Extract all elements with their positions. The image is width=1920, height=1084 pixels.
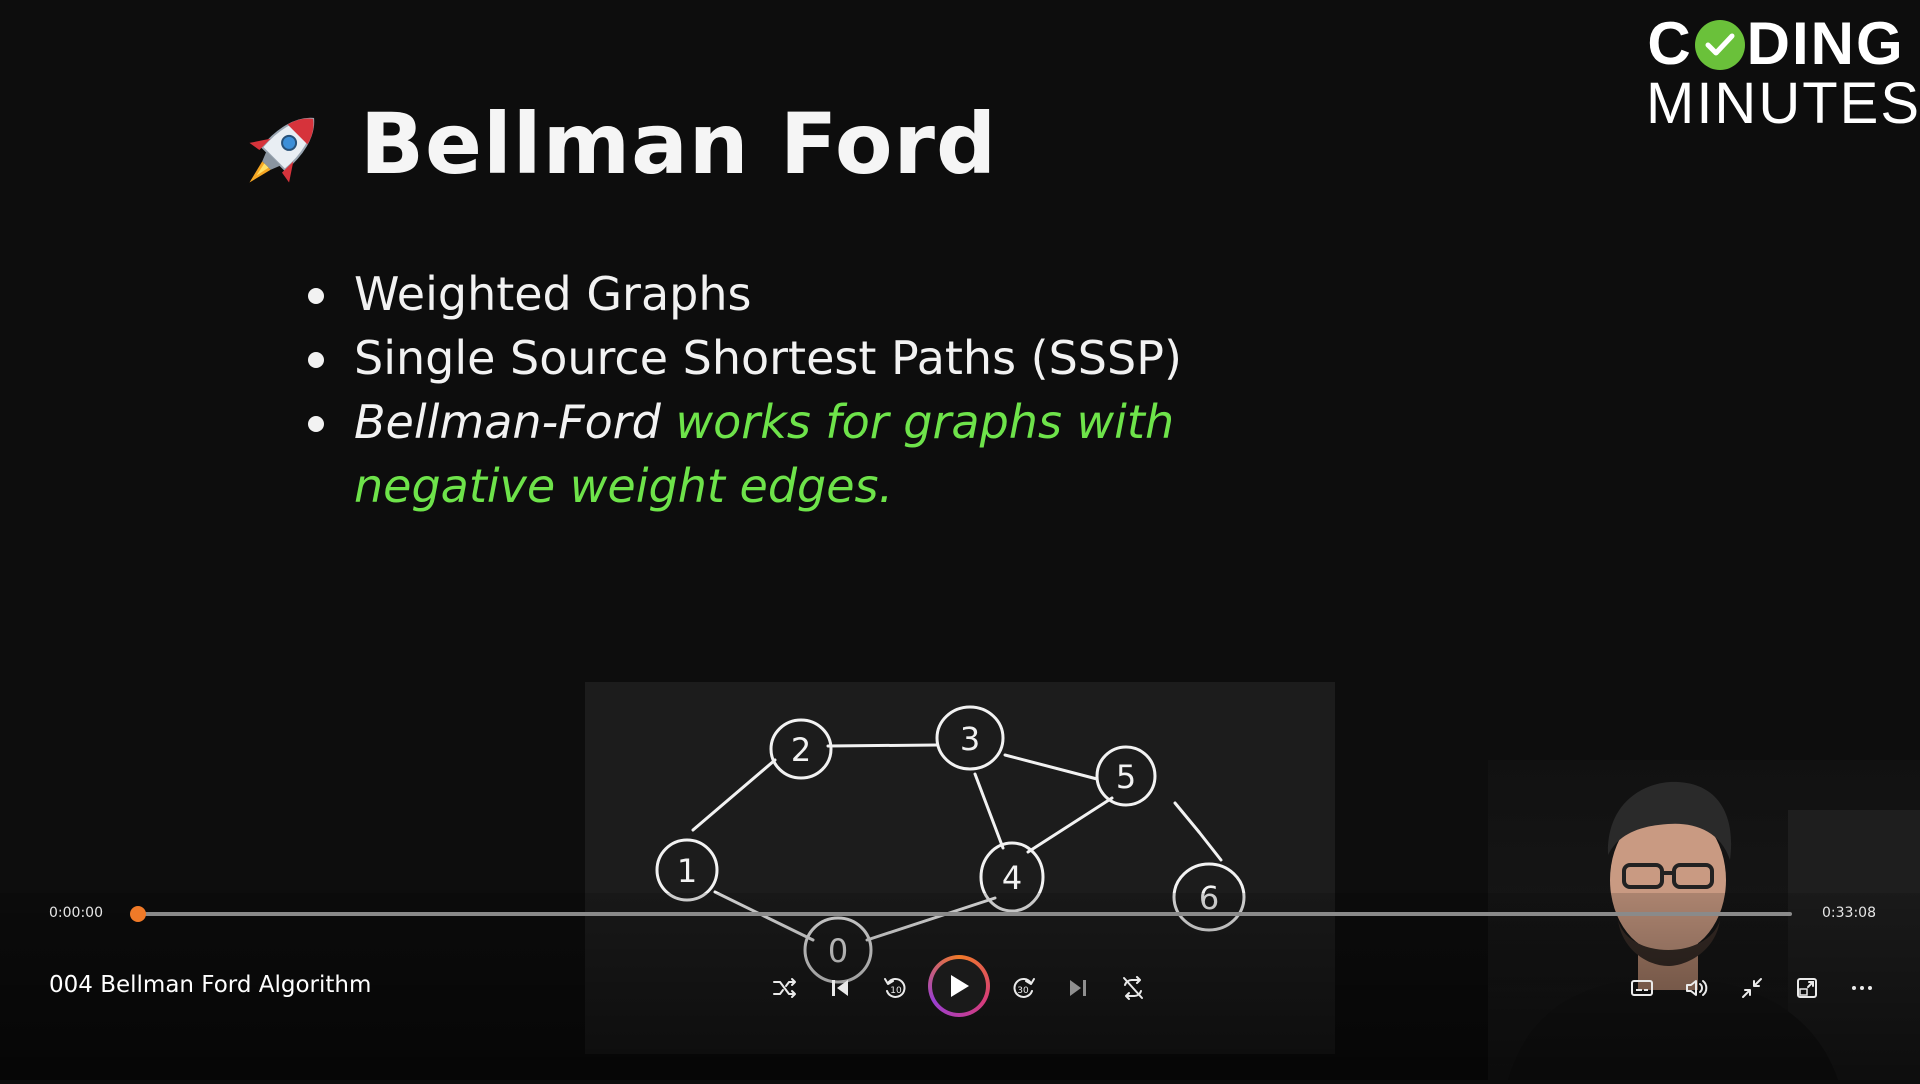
mini-player-button[interactable]: [1787, 968, 1827, 1008]
bullet-text: Weighted Graphs: [354, 267, 752, 321]
shuffle-button[interactable]: [765, 968, 805, 1008]
graph-edge: [1197, 830, 1223, 862]
forward-30-button[interactable]: 30: [1004, 968, 1044, 1008]
graph-edge: [1173, 801, 1201, 834]
subtitles-button[interactable]: [1622, 968, 1662, 1008]
bullet-item: Single Source Shortest Paths (SSSP): [300, 326, 1200, 390]
graph-node-label: 3: [960, 720, 980, 758]
exit-fullscreen-button[interactable]: [1732, 968, 1772, 1008]
bullet-text: Single Source Shortest Paths (SSSP): [354, 331, 1182, 385]
bullet-italic-text: Bellman-Ford: [354, 395, 661, 449]
graph-edge: [691, 758, 777, 832]
next-button[interactable]: [1058, 968, 1098, 1008]
duration-time: 0:33:08: [1822, 905, 1876, 921]
volume-button[interactable]: [1677, 968, 1717, 1008]
subtitles-icon: [1631, 980, 1653, 996]
next-icon: [1070, 980, 1086, 996]
logo-line2: MINUTES: [1646, 71, 1920, 136]
svg-text:10: 10: [890, 986, 902, 996]
graph-node-label: 1: [677, 852, 697, 890]
repeat-button[interactable]: [1113, 968, 1153, 1008]
forward-30-icon: 30: [1013, 978, 1035, 998]
slide-title: Bellman Ford: [360, 95, 998, 193]
seek-thumb[interactable]: [130, 906, 146, 922]
play-button-inner: [932, 959, 986, 1013]
graph-edge: [1026, 796, 1114, 854]
exit-fullscreen-icon: [1742, 978, 1762, 998]
play-button[interactable]: [928, 955, 990, 1017]
previous-button[interactable]: [820, 968, 860, 1008]
logo-letter-c: C: [1647, 10, 1693, 77]
check-circle-icon: [1694, 20, 1745, 70]
logo-letters-ding: DING: [1746, 10, 1905, 77]
rewind-10-button[interactable]: 10: [875, 968, 915, 1008]
logo-line1: C DING: [1646, 14, 1906, 74]
graph-node-label: 2: [791, 731, 811, 769]
rewind-10-icon: 10: [884, 978, 906, 998]
graph-node-label: 5: [1116, 758, 1136, 796]
current-time: 0:00:00: [49, 905, 103, 921]
shuffle-icon: [773, 978, 796, 998]
graph-edge: [1003, 753, 1099, 781]
graph-node-label: 4: [1002, 859, 1022, 897]
play-icon: [951, 975, 969, 997]
volume-icon: [1686, 980, 1708, 996]
graph-edge: [973, 772, 1005, 850]
bullet-list: Weighted Graphs Single Source Shortest P…: [300, 262, 1200, 518]
previous-icon: [832, 980, 848, 996]
rocket-icon: [249, 117, 315, 183]
mini-player-icon: [1797, 978, 1817, 998]
more-options-icon: [1852, 986, 1872, 990]
repeat-off-icon: [1123, 976, 1143, 1000]
bullet-item: Bellman-Ford works for graphs with negat…: [300, 390, 1200, 518]
more-options-button[interactable]: [1842, 968, 1882, 1008]
seek-bar[interactable]: [138, 912, 1792, 916]
coding-minutes-logo: C DING MINUTES: [1646, 14, 1920, 136]
svg-text:30: 30: [1017, 986, 1029, 996]
video-title: 004 Bellman Ford Algorithm: [49, 972, 372, 998]
bullet-item: Weighted Graphs: [300, 262, 1200, 326]
graph-edge: [826, 743, 939, 748]
